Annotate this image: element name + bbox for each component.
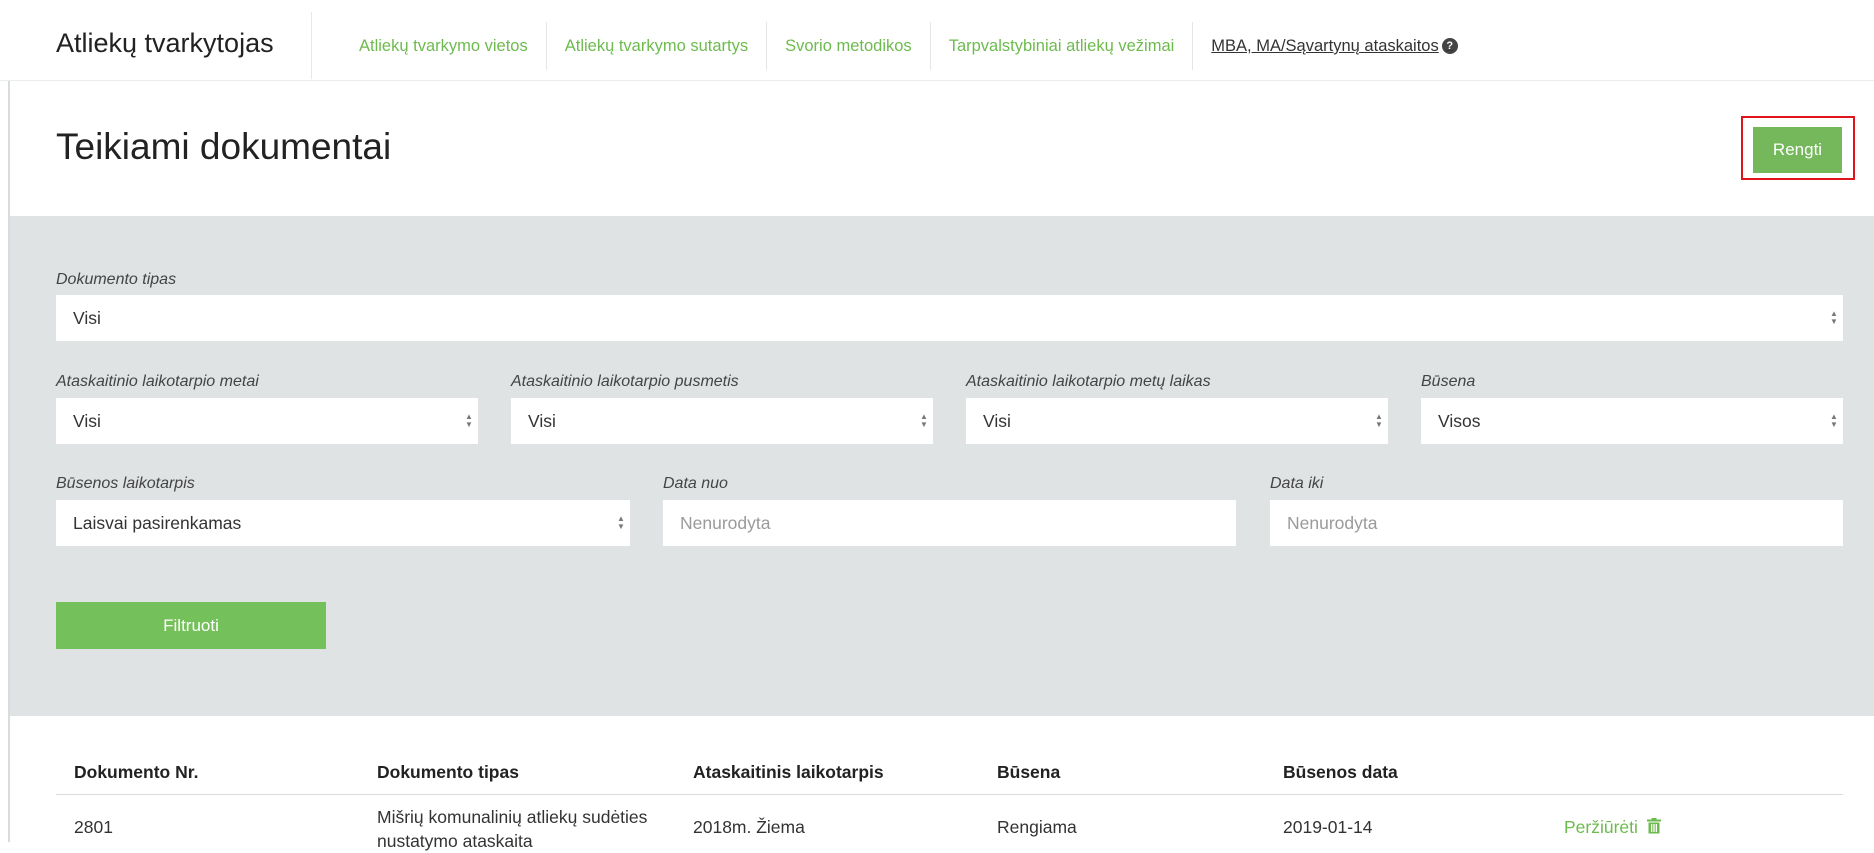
brand-divider	[311, 12, 312, 79]
top-navigation: Atliekų tvarkytojas Atliekų tvarkymo vie…	[0, 0, 1874, 81]
period-half-value: Visi	[528, 411, 556, 431]
row-status: Rengiama	[997, 817, 1077, 837]
document-type-select[interactable]: Visi ▲ ▼	[56, 295, 1843, 341]
nav-link-mba-reports[interactable]: MBA, MA/Sąvartynų ataskaitos ?	[1193, 22, 1475, 70]
status-value: Visos	[1438, 411, 1481, 431]
help-icon[interactable]: ?	[1441, 38, 1458, 54]
page-title: Teikiami dokumentai	[56, 126, 392, 167]
period-year-select[interactable]: Visi ▲ ▼	[56, 398, 478, 444]
date-from-label: Data nuo	[663, 475, 728, 492]
status-period-label: Būsenos laikotarpis	[56, 475, 195, 492]
select-caret-icon: ▲ ▼	[1830, 309, 1838, 326]
status-label: Būsena	[1421, 373, 1476, 390]
date-to-input[interactable]: Nenurodyta	[1270, 500, 1843, 546]
nav-link-waste-contracts[interactable]: Atliekų tvarkymo sutartys	[547, 22, 768, 70]
status-period-value: Laisvai pasirenkamas	[73, 513, 242, 533]
view-document-link[interactable]: Peržiūrėti	[1564, 817, 1638, 838]
nav-links: Atliekų tvarkymo vietos Atliekų tvarkymo…	[342, 22, 1476, 70]
nav-link-weight-methods[interactable]: Svorio metodikos	[767, 22, 931, 70]
row-status-date: 2019-01-14	[1283, 817, 1373, 837]
period-half-select[interactable]: Visi ▲ ▼	[511, 398, 933, 444]
column-header-status-date: Būsenos data	[1283, 762, 1398, 782]
period-year-label: Ataskaitinio laikotarpio metai	[56, 373, 259, 390]
date-to-label: Data iki	[1270, 475, 1324, 492]
period-year-value: Visi	[73, 411, 101, 431]
filter-button[interactable]: Filtruoti	[56, 602, 326, 649]
table-header: Dokumento Nr. Dokumento tipas Ataskaitin…	[56, 760, 1843, 795]
select-caret-icon: ▲ ▼	[465, 412, 473, 429]
select-caret-icon: ▲ ▼	[920, 412, 928, 429]
status-select[interactable]: Visos ▲ ▼	[1421, 398, 1843, 444]
trash-icon[interactable]	[1647, 818, 1661, 834]
column-header-status: Būsena	[997, 762, 1061, 782]
column-header-number: Dokumento Nr.	[74, 762, 199, 782]
nav-link-mba-reports-label: MBA, MA/Sąvartynų ataskaitos	[1211, 37, 1439, 55]
date-from-input[interactable]: Nenurodyta	[663, 500, 1236, 546]
document-type-label: Dokumento tipas	[56, 271, 177, 288]
select-caret-icon: ▲ ▼	[617, 514, 625, 531]
column-header-type: Dokumento tipas	[377, 762, 519, 782]
status-period-select[interactable]: Laisvai pasirenkamas ▲ ▼	[56, 500, 630, 546]
row-document-number: 2801	[74, 817, 113, 837]
period-half-label: Ataskaitinio laikotarpio pusmetis	[511, 373, 739, 390]
create-document-button[interactable]: Rengti	[1753, 127, 1842, 173]
nav-link-waste-sites[interactable]: Atliekų tvarkymo vietos	[342, 22, 547, 70]
select-caret-icon: ▲ ▼	[1375, 412, 1383, 429]
document-type-value: Visi	[73, 308, 101, 328]
period-season-label: Ataskaitinio laikotarpio metų laikas	[966, 373, 1211, 390]
period-season-select[interactable]: Visi ▲ ▼	[966, 398, 1388, 444]
select-caret-icon: ▲ ▼	[1830, 412, 1838, 429]
period-season-value: Visi	[983, 411, 1011, 431]
column-header-period: Ataskaitinis laikotarpis	[693, 762, 884, 782]
row-period: 2018m. Žiema	[693, 817, 805, 837]
nav-link-transboundary-shipments[interactable]: Tarpvalstybiniai atliekų vežimai	[931, 22, 1194, 70]
brand-title: Atliekų tvarkytojas	[56, 28, 274, 58]
row-document-type: Mišrių komunalinių atliekų sudėties nust…	[377, 807, 648, 851]
